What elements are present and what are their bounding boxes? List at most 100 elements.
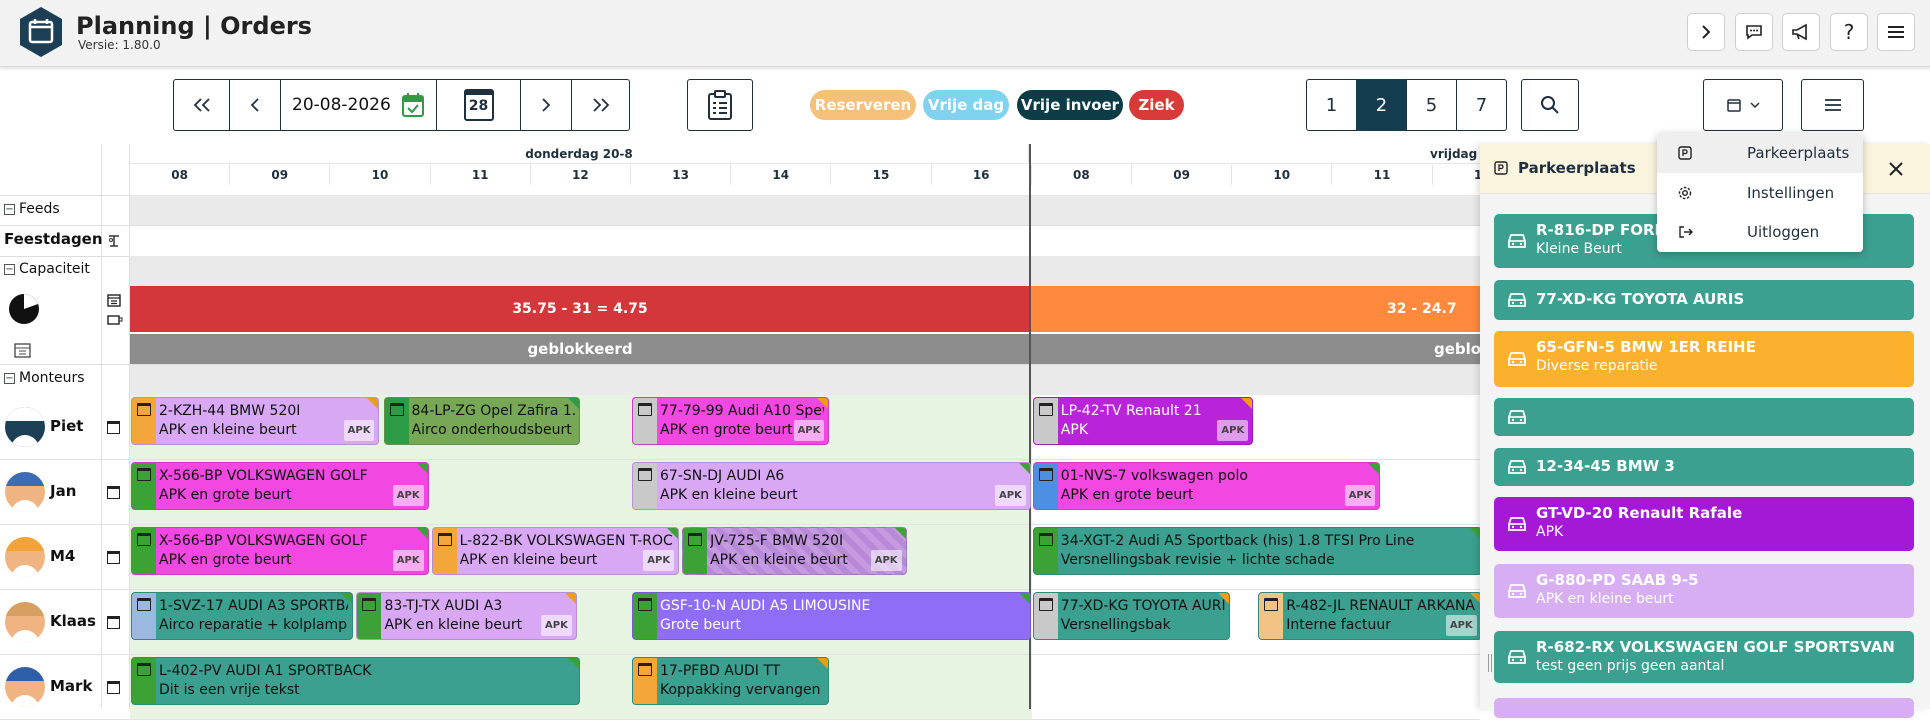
clipboard-button[interactable]	[687, 79, 753, 131]
event-title: L-822-BK VOLKSWAGEN T-ROC	[459, 533, 673, 549]
event-title: 67-SN-DJ AUDI A6	[660, 468, 785, 484]
next-button[interactable]	[520, 79, 572, 131]
avatar	[5, 537, 45, 577]
view-5-days[interactable]: 5	[1406, 79, 1457, 131]
calendar-dropdown-button[interactable]	[1703, 79, 1783, 131]
parking-card[interactable]	[1494, 698, 1914, 718]
first-button[interactable]	[173, 79, 230, 131]
main-menu-button[interactable]	[1877, 13, 1915, 51]
vrije-dag-pill[interactable]: Vrije dag	[923, 90, 1009, 120]
chevron-down-icon	[1750, 102, 1760, 109]
parking-card[interactable]: 12-34-45 BMW 3	[1494, 448, 1914, 486]
calendar-icon	[14, 343, 31, 358]
calendar-icon	[1038, 533, 1053, 546]
list-menu-button[interactable]	[1801, 79, 1864, 131]
card-subtitle: Kleine Beurt	[1536, 241, 1622, 257]
order-event[interactable]: JV-725-F BMW 520I APK en kleine beurt APK	[682, 527, 907, 575]
section-monteurs[interactable]: − Monteurs	[4, 369, 85, 387]
order-event[interactable]: 84-LP-ZG Opel Zafira 1.6i Airco onderhoud…	[383, 397, 580, 445]
resize-handle[interactable]	[1488, 654, 1492, 672]
order-event[interactable]: X-566-BP VOLKSWAGEN GOLF APK en grote beu…	[131, 527, 429, 575]
view-1-day[interactable]: 1	[1306, 79, 1357, 131]
view-2-days[interactable]: 2	[1356, 79, 1407, 131]
search-button[interactable]	[1521, 79, 1579, 131]
hour-label: 10	[1232, 165, 1333, 185]
date-input[interactable]: 20-08-2026	[280, 79, 437, 131]
car-icon	[1508, 293, 1526, 307]
parking-card[interactable]: 77-XD-KG TOYOTA AURIS	[1494, 280, 1914, 320]
mechanic-name: Klaas	[50, 612, 96, 630]
close-icon[interactable]	[1888, 161, 1904, 177]
parking-card[interactable]: GT-VD-20 Renault Rafale APK	[1494, 497, 1914, 551]
coffee-icon[interactable]	[107, 313, 123, 327]
double-chevron-left-icon	[193, 98, 210, 112]
chat-icon	[1746, 25, 1762, 40]
holiday-icon	[109, 235, 119, 247]
section-feeds[interactable]: − Feeds	[4, 200, 60, 218]
car-icon	[1508, 517, 1526, 531]
clipboard-icon	[708, 90, 732, 120]
calendar-icon[interactable]	[107, 551, 120, 564]
parking-card[interactable]: 65-GFN-5 BMW 1ER REIHE Diverse reparatie	[1494, 331, 1914, 387]
parking-card[interactable]	[1494, 398, 1914, 436]
apk-badge: APK	[994, 485, 1026, 506]
order-event[interactable]: X-566-BP VOLKSWAGEN GOLF APK en grote beu…	[131, 462, 429, 510]
order-event[interactable]: 83-TJ-TX AUDI A3 APK en kleine beurt APK	[356, 592, 577, 640]
calendar-icon	[389, 403, 404, 416]
calendar-icon	[1264, 598, 1279, 611]
order-event[interactable]: 34-XGT-2 Audi A5 Sportback (his) 1.8 TFS…	[1032, 527, 1482, 575]
forward-button[interactable]	[1687, 13, 1725, 51]
hour-label: 08	[130, 165, 231, 185]
order-event[interactable]: 17-PFBD AUDI TT Koppakking vervangen	[632, 657, 830, 705]
today-button[interactable]: 28	[436, 79, 521, 131]
mechanic-name: Mark	[50, 677, 93, 695]
previous-button[interactable]	[229, 79, 281, 131]
calendar-day-number: 28	[468, 98, 489, 114]
calendar-icon[interactable]	[107, 486, 120, 499]
order-event[interactable]: LP-42-TV Renault 21 APK APK	[1032, 397, 1254, 445]
calendar-icon[interactable]	[107, 616, 120, 629]
order-event[interactable]: 2-KZH-44 BMW 520I APK en kleine beurt APK	[131, 397, 380, 445]
menu-item-parkeerplaats[interactable]: Parkeerplaats	[1657, 133, 1863, 173]
event-description: Versnellingsbak	[1060, 617, 1171, 633]
parking-card[interactable]: R-682-RX VOLKSWAGEN GOLF SPORTSVAN test g…	[1494, 631, 1914, 683]
menu-item-instellingen[interactable]: Instellingen	[1657, 173, 1863, 213]
hamburger-icon	[1824, 99, 1841, 111]
reserveren-pill[interactable]: Reserveren	[810, 90, 916, 120]
announcements-button[interactable]	[1782, 13, 1820, 51]
event-description: APK en kleine beurt	[660, 487, 798, 503]
order-event[interactable]: L-822-BK VOLKSWAGEN T-ROC APK en kleine b…	[431, 527, 680, 575]
parking-icon	[1678, 146, 1692, 160]
order-event[interactable]: 01-NVS-7 volkswagen polo APK en grote beu…	[1032, 462, 1381, 510]
parking-card[interactable]: G-880-PD SAAB 9-5 APK en kleine beurt	[1494, 564, 1914, 618]
apk-badge: APK	[870, 550, 902, 571]
hour-label: 14	[731, 165, 832, 185]
menu-item-uitloggen[interactable]: Uitloggen	[1657, 213, 1863, 252]
chat-button[interactable]	[1735, 13, 1773, 51]
order-event[interactable]: 67-SN-DJ AUDI A6 APK en kleine beurt APK	[632, 462, 1031, 510]
calendar-icon[interactable]	[107, 293, 121, 307]
order-event[interactable]: R-482-JL RENAULT ARKANA E Interne factuur…	[1258, 592, 1482, 640]
order-event[interactable]: L-402-PV AUDI A1 SPORTBACK Dit is een vri…	[131, 657, 580, 705]
event-title: X-566-BP VOLKSWAGEN GOLF	[159, 468, 368, 484]
view-7-days[interactable]: 7	[1456, 79, 1507, 131]
calendar-picker-icon[interactable]	[401, 92, 425, 118]
event-title: 01-NVS-7 volkswagen polo	[1060, 468, 1248, 484]
mechanic-name: Piet	[50, 417, 84, 435]
vrije-invoer-pill[interactable]: Vrije invoer	[1017, 90, 1123, 120]
ziek-pill[interactable]: Ziek	[1129, 90, 1184, 120]
order-event[interactable]: 77-79-99 Audi A10 Spewo APK en grote beur…	[632, 397, 830, 445]
calendar-icon[interactable]	[107, 421, 120, 434]
event-title: 17-PFBD AUDI TT	[660, 663, 781, 679]
section-capaciteit[interactable]: − Capaciteit	[4, 260, 90, 278]
calendar-icon[interactable]	[107, 681, 120, 694]
order-event[interactable]: GSF-10-N AUDI A5 LIMOUSINE Grote beurt	[632, 592, 1031, 640]
event-description: APK en grote beurt	[1060, 487, 1194, 503]
help-button[interactable]: ?	[1830, 13, 1868, 51]
event-title: 83-TJ-TX AUDI A3	[384, 598, 503, 614]
last-button[interactable]	[571, 79, 630, 131]
order-event[interactable]: 77-XD-KG TOYOTA AURIS Versnellingsbak	[1032, 592, 1231, 640]
order-event[interactable]: 1-SVZ-17 AUDI A3 SPORTBACK Airco reparati…	[131, 592, 354, 640]
hour-label: 10	[330, 165, 431, 185]
day-header-2: vrijdag	[1030, 144, 1480, 164]
